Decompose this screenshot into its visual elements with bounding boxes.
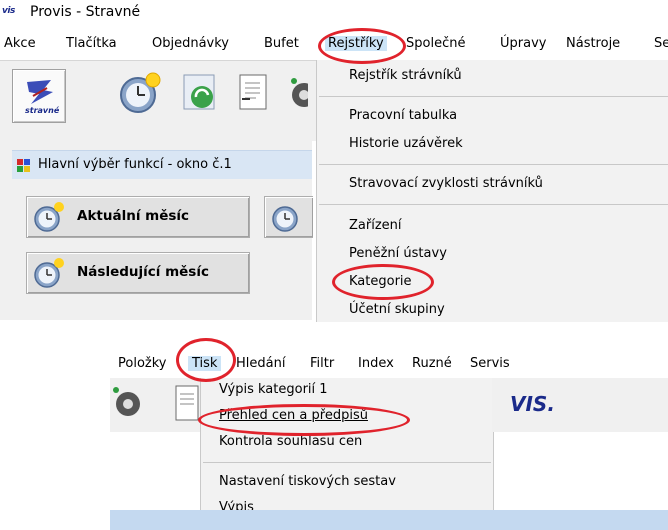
menu-polozky[interactable]: Položky [118, 356, 166, 371]
clock-icon [34, 202, 64, 232]
toolbar-2 [110, 378, 208, 432]
menu-item-zarizeni[interactable]: Zařízení [349, 218, 402, 233]
window-title: Provis - Stravné [30, 4, 141, 20]
menu-item-stravovaci-zvyklosti[interactable]: Stravovací zvyklosti strávníků [349, 176, 543, 191]
app-logo-icon: vis [2, 6, 15, 16]
menu-spolecne[interactable]: Společné [406, 36, 465, 51]
menu-item-pracovni-tabulka[interactable]: Pracovní tabulka [349, 108, 457, 123]
vis-toolbar-area: VIS. [492, 378, 668, 432]
menu-item-rejstrik-stravniku[interactable]: Rejstřík strávníků [349, 68, 462, 83]
document-button[interactable] [232, 71, 276, 115]
menu-item-vypis-kategorii[interactable]: Výpis kategorií 1 [219, 382, 328, 397]
menu-index[interactable]: Index [358, 356, 394, 371]
next-month-label: Následující měsíc [77, 264, 209, 280]
current-month-label: Aktuální měsíc [77, 208, 190, 224]
reel-icon[interactable] [110, 384, 150, 424]
menu-objednavky[interactable]: Objednávky [152, 36, 229, 51]
current-month-button[interactable]: Aktuální měsíc [26, 196, 250, 238]
menu-ruzne[interactable]: Ruzné [412, 356, 452, 371]
refresh-icon [183, 74, 215, 110]
vis-logo: VIS. [510, 392, 555, 416]
menu-nastroje[interactable]: Nástroje [566, 36, 620, 51]
menu-se[interactable]: Se [654, 36, 668, 51]
panel-strip [110, 510, 668, 530]
menu-hledani[interactable]: Hledání [236, 356, 285, 371]
clock-icon [272, 206, 298, 232]
menu-item-penezni-ustavy[interactable]: Peněžní ústavy [349, 246, 447, 261]
partial-icon-button[interactable] [288, 71, 308, 115]
refresh-button[interactable] [178, 71, 222, 115]
menu-item-historie-uzaverek[interactable]: Historie uzávěrek [349, 136, 463, 151]
separator [319, 96, 668, 97]
highlight-ring [332, 264, 434, 300]
stravne-button[interactable]: stravné [12, 69, 66, 123]
tisk-dropdown: Výpis kategorií 1 Přehled cen a předpisů… [200, 378, 494, 530]
menu-servis[interactable]: Servis [470, 356, 510, 371]
partial-button[interactable] [264, 196, 313, 238]
panel-title: Hlavní výběr funkcí - okno č.1 [38, 157, 232, 172]
menu-filtr[interactable]: Filtr [310, 356, 334, 371]
separator [203, 462, 491, 463]
menu-item-ucetni-skupiny[interactable]: Účetní skupiny [349, 302, 445, 317]
highlight-ring [176, 338, 236, 382]
stravne-label: stravné [25, 106, 60, 115]
main-panel: Hlavní výběr funkcí - okno č.1 Aktuální … [0, 140, 313, 320]
menu-item-kontrola-souhlasu[interactable]: Kontrola souhlasu cen [219, 434, 362, 449]
menu-bufet[interactable]: Bufet [264, 36, 299, 51]
menu-tlacitka[interactable]: Tlačítka [66, 36, 117, 51]
menu-upravy[interactable]: Úpravy [500, 36, 546, 51]
separator [319, 164, 668, 165]
highlight-ring [198, 404, 410, 436]
reel-icon [291, 78, 308, 107]
window-app-icon [17, 159, 30, 172]
clock-button[interactable] [118, 71, 162, 115]
panel-title-bar: Hlavní výběr funkcí - okno č.1 [12, 150, 312, 179]
separator [319, 204, 668, 205]
document-icon [239, 74, 267, 110]
clock-icon [120, 72, 161, 113]
clock-icon [34, 258, 64, 288]
title-bar: vis Provis - Stravné [0, 0, 668, 26]
next-month-button[interactable]: Následující měsíc [26, 252, 250, 294]
highlight-ring [318, 28, 406, 64]
menu-akce[interactable]: Akce [4, 36, 36, 51]
menu-item-nastaveni-sestav[interactable]: Nastavení tiskových sestav [219, 474, 396, 489]
